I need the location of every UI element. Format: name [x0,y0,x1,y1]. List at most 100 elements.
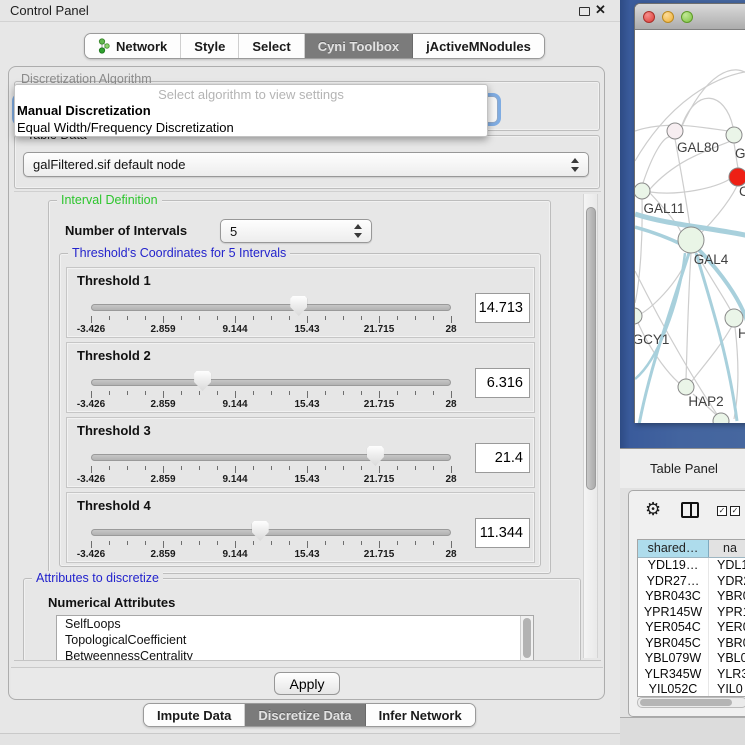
ruler-tick [163,316,164,323]
table-row[interactable]: YBL079WYBL0 [638,651,745,667]
attribute-item[interactable]: BetweennessCentrality [57,648,533,661]
table-panel-titlebar: Table Panel [620,448,745,488]
scrollbar-thumb[interactable] [586,207,596,490]
network-edge[interactable] [679,70,745,133]
network-view[interactable]: GAL80GACGAL11GAL4GCY1HHAP2 [635,31,745,423]
table-row[interactable]: YBR043CYBR0 [638,589,745,605]
threshold-value-box[interactable]: 6.316 [475,368,530,398]
table-rows: YDL19…YDL1YDR27…YDR2YBR043CYBR0YPR145WYP… [638,558,745,697]
network-node[interactable] [725,309,743,327]
table-row[interactable]: YBR045CYBR0 [638,636,745,652]
table-row[interactable]: YDL19…YDL1 [638,558,745,574]
gear-icon[interactable]: ⚙ [645,499,661,519]
slider-track[interactable] [91,454,451,461]
split-view-icon[interactable] [681,502,699,518]
ruler-tick [397,316,398,320]
threshold-value-box[interactable]: 11.344 [475,518,530,548]
table-row[interactable]: YDR27…YDR2 [638,574,745,590]
slider-thumb[interactable] [367,446,384,466]
dropdown-option-equal-width[interactable]: Equal Width/Frequency Discretization [15,120,487,137]
ruler-tick [91,466,92,473]
tab-cyni-toolbox[interactable]: Cyni Toolbox [305,34,413,58]
close-traffic-light-icon[interactable] [643,11,655,23]
ruler-tick [379,466,380,473]
cell-name: YBR0 [709,589,745,605]
float-window-icon[interactable] [579,7,590,16]
ruler-tick [145,541,146,545]
attributes-listbox[interactable]: SelfLoopsTopologicalCoefficientBetweenne… [56,615,534,661]
ruler-tick [325,316,326,320]
network-edge[interactable] [643,137,669,183]
ruler-label: 9.144 [222,549,247,560]
column-header-shared-name[interactable]: shared… [638,540,709,557]
select-columns-icon[interactable]: ✓ [717,506,727,516]
network-node[interactable] [667,123,683,139]
table-row[interactable]: YLR345WYLR3 [638,667,745,683]
table-data-combobox[interactable]: galFiltered.sif default node [23,152,589,177]
zoom-traffic-light-icon[interactable] [681,11,693,23]
close-icon[interactable]: ✕ [595,2,606,18]
apply-button[interactable]: Apply [274,672,340,695]
select-all-icon[interactable]: ✓ [730,506,740,516]
ruler-tick [253,466,254,470]
scrollbar-thumb[interactable] [523,618,531,658]
network-node[interactable] [635,183,650,199]
ruler-tick [325,541,326,545]
ruler-tick [109,541,110,545]
slider-track[interactable] [91,529,451,536]
table-row[interactable]: YIL052CYIL0 [638,682,745,697]
slider-track[interactable] [91,304,451,311]
network-edge[interactable] [639,253,690,315]
node-table: shared… na YDL19…YDL1YDR27…YDR2YBR043CYB… [637,539,745,697]
network-edge[interactable] [650,179,730,193]
threshold-value-box[interactable]: 14.713 [475,293,530,323]
ruler-tick [127,316,128,320]
column-header-name[interactable]: na [709,540,745,557]
ruler-tick [271,316,272,320]
threshold-row-4: Threshold 4-3.4262.8599.14415.4321.71528… [66,492,535,563]
table-row[interactable]: YER054CYER0 [638,620,745,636]
tab-jactivemnodules[interactable]: jActiveMNodules [413,34,544,58]
scrollbar-thumb[interactable] [640,699,732,706]
network-edge[interactable] [686,253,691,379]
bottom-tab-infer-network[interactable]: Infer Network [366,704,475,726]
vertical-scrollbar[interactable] [583,194,598,658]
dropdown-option-manual[interactable]: Manual Discretization [15,103,487,120]
ruler-label: 15.43 [294,549,319,560]
network-window-titlebar[interactable] [635,4,745,30]
tab-style[interactable]: Style [181,34,239,58]
table-row[interactable]: YPR145WYPR1 [638,605,745,621]
network-edge[interactable] [692,326,732,381]
bottom-tab-impute-data[interactable]: Impute Data [144,704,245,726]
network-node[interactable] [635,308,642,324]
tab-network[interactable]: Network [85,34,181,58]
bottom-tab-label: Impute Data [157,708,231,723]
apply-row: Apply [11,667,603,699]
attribute-item[interactable]: TopologicalCoefficient [57,632,533,648]
slider-thumb[interactable] [194,371,211,391]
ruler-label: -3.426 [77,474,105,485]
attribute-item[interactable]: SelfLoops [57,616,533,632]
ruler-tick [109,316,110,320]
minimize-traffic-light-icon[interactable] [662,11,674,23]
ruler-tick [271,466,272,470]
ruler-label: -3.426 [77,399,105,410]
network-node[interactable] [726,127,742,143]
tab-label: jActiveMNodules [426,39,531,54]
threshold-value-box[interactable]: 21.4 [475,443,530,473]
tab-select[interactable]: Select [239,34,304,58]
slider-track[interactable] [91,379,451,386]
ruler-tick [343,541,344,545]
number-of-intervals-combobox[interactable]: 5 [220,219,372,243]
bottom-tab-discretize-data[interactable]: Discretize Data [245,704,365,726]
attributes-scrollbar[interactable] [520,616,533,660]
network-node[interactable] [678,379,694,395]
slider-thumb[interactable] [290,296,307,316]
network-canvas[interactable]: GAL80GACGAL11GAL4GCY1HHAP2 [635,31,745,423]
slider-thumb[interactable] [252,521,269,541]
network-node[interactable] [678,227,704,253]
network-edge[interactable] [702,186,737,232]
ruler-tick [307,466,308,473]
ruler-tick [271,541,272,545]
horizontal-scrollbar[interactable] [637,697,745,708]
